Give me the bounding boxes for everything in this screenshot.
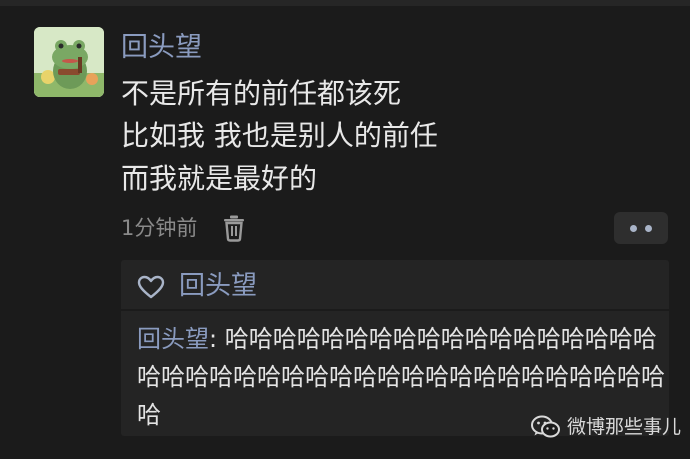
- comment-username[interactable]: 回头望: [121, 30, 202, 66]
- more-options-button[interactable]: [614, 212, 668, 244]
- comment-timestamp: 1分钟前: [121, 216, 198, 240]
- reply-author[interactable]: 回头望: [137, 325, 209, 353]
- more-dots-icon: [630, 225, 637, 232]
- top-divider: [0, 0, 690, 6]
- more-dots-icon: [645, 225, 652, 232]
- comment-screen: 回头望 不是所有的前任都该死 比如我 我也是别人的前任 而我就是最好的 1分钟前…: [0, 0, 690, 459]
- avatar[interactable]: [34, 27, 104, 97]
- watermark-text: 微博那些事儿: [567, 416, 682, 438]
- comment-text-line: 不是所有的前任都该死: [121, 77, 402, 110]
- avatar-frog-image: [34, 27, 104, 97]
- heart-icon[interactable]: [137, 275, 165, 299]
- reply-box: 回头望 回头望: 哈哈哈哈哈哈哈哈哈哈哈哈哈哈哈哈哈哈哈哈哈哈哈哈哈哈哈哈哈哈哈…: [121, 260, 669, 436]
- wechat-icon: [531, 415, 561, 439]
- comment-text-line: 而我就是最好的: [121, 162, 318, 195]
- comment-text-line: 比如我 我也是别人的前任: [121, 119, 438, 152]
- reply-separator: :: [209, 325, 225, 353]
- liker-username[interactable]: 回头望: [179, 268, 257, 304]
- trash-icon[interactable]: [221, 214, 247, 242]
- reply-divider: [121, 309, 669, 311]
